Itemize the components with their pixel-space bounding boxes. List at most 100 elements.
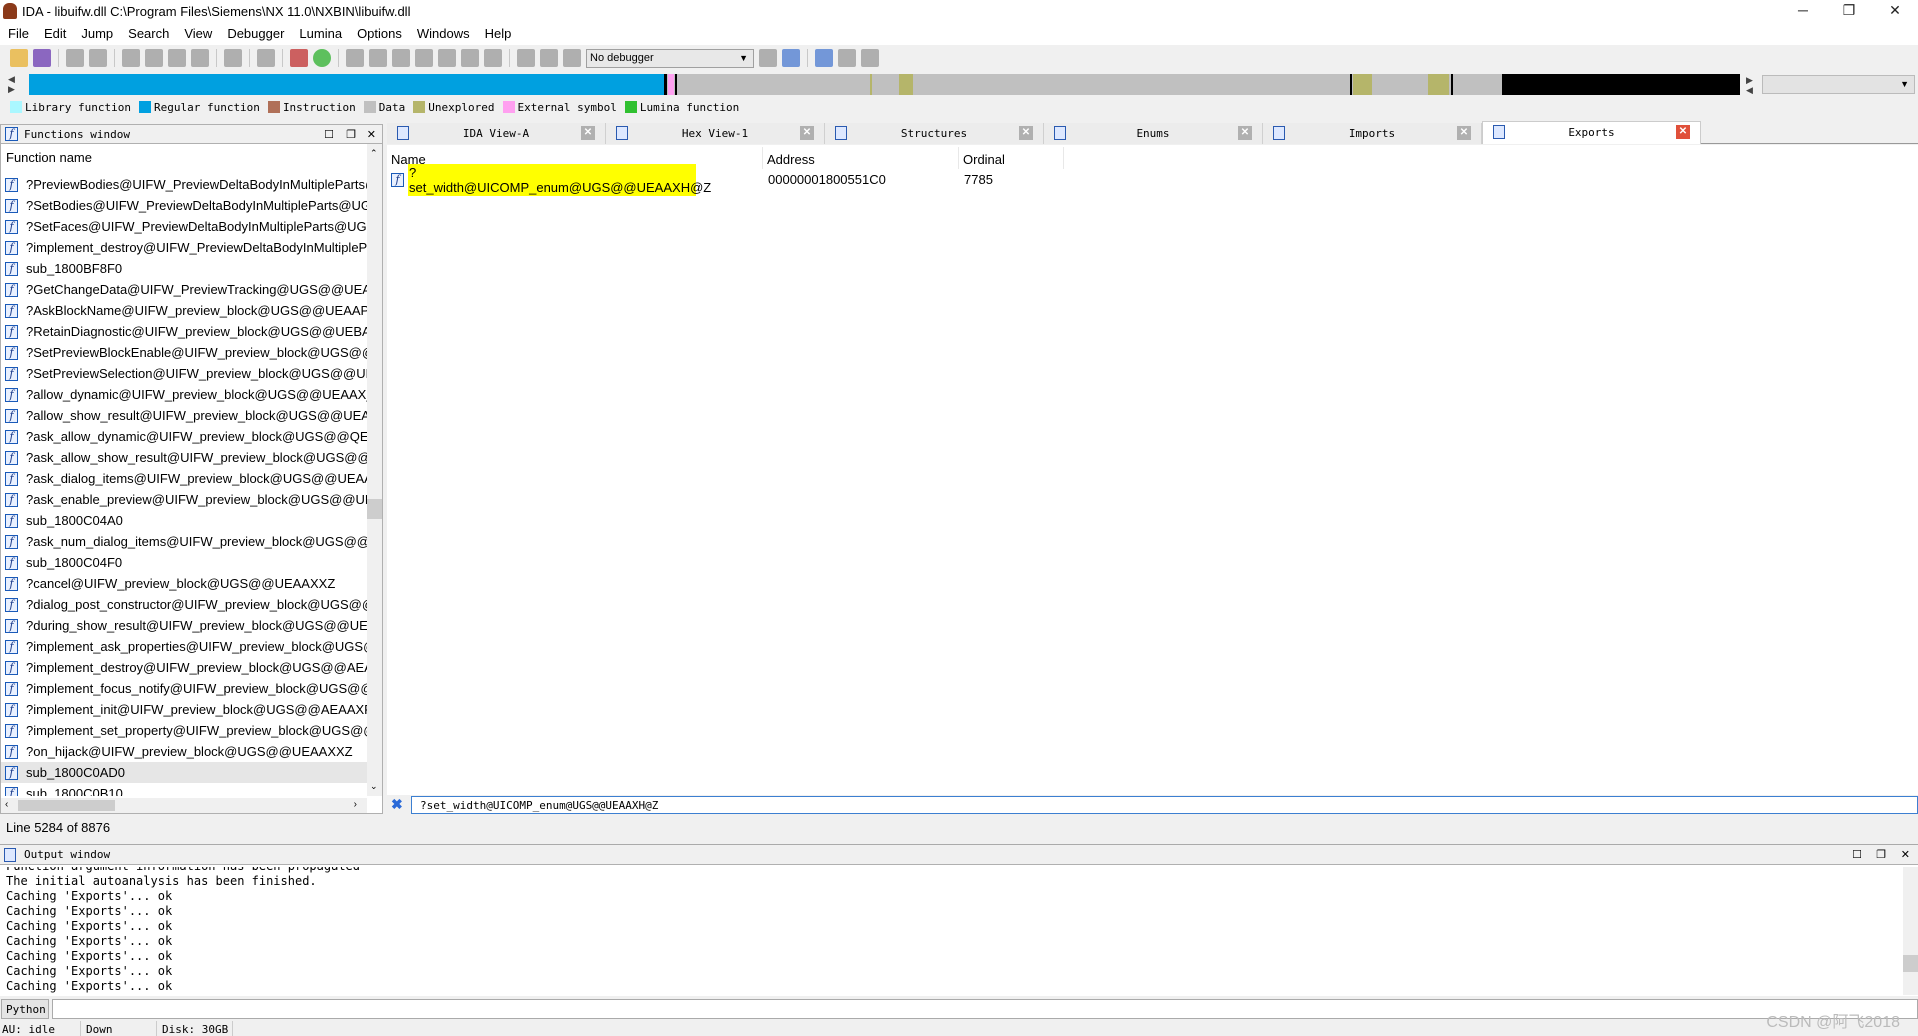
function-list-item[interactable]: f sub_1800C04F0: [1, 552, 367, 573]
column-ordinal[interactable]: Ordinal: [959, 147, 1064, 169]
function-list-item[interactable]: f sub_1800C0B10: [1, 783, 367, 796]
menu-lumina[interactable]: Lumina: [291, 23, 349, 41]
ida-view-icon[interactable]: [290, 49, 308, 67]
function-list-item[interactable]: f ?SetPreviewSelection@UIFW_preview_block…: [1, 363, 367, 384]
menu-jump[interactable]: Jump: [73, 23, 120, 41]
function-list-item[interactable]: f sub_1800BF8F0: [1, 258, 367, 279]
maximize-icon[interactable]: ☐: [1852, 848, 1862, 861]
tab-close-icon[interactable]: ✕: [1676, 125, 1690, 139]
function-list-item[interactable]: f ?SetBodies@UIFW_PreviewDeltaBodyInMulti…: [1, 195, 367, 216]
export-row[interactable]: f ?set_width@UICOMP_enum@UGS@@UEAAXH@Z 0…: [391, 163, 993, 196]
output-scrollbar[interactable]: [1903, 867, 1918, 995]
restore-button[interactable]: ❐: [1834, 2, 1864, 20]
tab-close-icon[interactable]: ✕: [1457, 126, 1471, 140]
clear-icon[interactable]: ✖: [391, 796, 403, 813]
function-list-item[interactable]: f ?RetainDiagnostic@UIFW_preview_block@UG…: [1, 321, 367, 342]
open-icon[interactable]: [10, 49, 28, 67]
menu-view[interactable]: View: [176, 23, 219, 41]
function-list-item[interactable]: f ?ask_num_dialog_items@UIFW_preview_bloc…: [1, 531, 367, 552]
function-list-item[interactable]: f ?on_hijack@UIFW_preview_block@UGS@@UEAA…: [1, 741, 367, 762]
function-list-item[interactable]: f ?implement_ask_properties@UIFW_preview_…: [1, 636, 367, 657]
breakpoint-add-icon[interactable]: [838, 49, 856, 67]
function-list-item[interactable]: f ?implement_init@UIFW_preview_block@UGS@…: [1, 699, 367, 720]
menu-file[interactable]: File: [0, 23, 36, 41]
tab-close-icon[interactable]: ✕: [1019, 126, 1033, 140]
menu-windows[interactable]: Windows: [409, 23, 477, 41]
menu-help[interactable]: Help: [477, 23, 519, 41]
string-icon[interactable]: [392, 49, 410, 67]
tab-enums[interactable]: Enums ✕: [1044, 123, 1263, 144]
function-list-item[interactable]: f ?during_show_result@UIFW_preview_block@…: [1, 615, 367, 636]
close-icon[interactable]: ✕: [367, 128, 376, 141]
code-icon[interactable]: [346, 49, 364, 67]
minimize-button[interactable]: ─: [1788, 2, 1818, 20]
tab-close-icon[interactable]: ✕: [581, 126, 595, 140]
function-list-item[interactable]: f ?cancel@UIFW_preview_block@UGS@@UEAAXXZ: [1, 573, 367, 594]
function-list-item[interactable]: f ?allow_show_result@UIFW_preview_block@U…: [1, 405, 367, 426]
python-button[interactable]: Python: [1, 999, 49, 1019]
tab-structures[interactable]: Structures ✕: [825, 123, 1044, 144]
attach-icon[interactable]: [759, 49, 777, 67]
nav-arrows[interactable]: ◀ ▶: [8, 74, 15, 94]
forward-icon[interactable]: [89, 49, 107, 67]
data-icon[interactable]: [369, 49, 387, 67]
refresh-icon[interactable]: [782, 49, 800, 67]
menu-search[interactable]: Search: [120, 23, 176, 41]
float-icon[interactable]: ❐: [1876, 848, 1886, 861]
bug-icon[interactable]: [257, 49, 275, 67]
float-icon[interactable]: ❐: [346, 128, 356, 141]
function-list-item[interactable]: f ?SetPreviewBlockEnable@UIFW_preview_blo…: [1, 342, 367, 363]
function-list-item[interactable]: f ?ask_allow_show_result@UIFW_preview_blo…: [1, 447, 367, 468]
down-icon[interactable]: [224, 49, 242, 67]
function-list-item[interactable]: f ?AskBlockName@UIFW_preview_block@UGS@@U…: [1, 300, 367, 321]
column-address[interactable]: Address: [763, 147, 959, 169]
function-list-item[interactable]: f ?ask_dialog_items@UIFW_preview_block@UG…: [1, 468, 367, 489]
nav-arrows-right[interactable]: ▶ ◀: [1746, 75, 1753, 95]
function-list-item[interactable]: f ?SetFaces@UIFW_PreviewDeltaBodyInMultip…: [1, 216, 367, 237]
search-next-icon[interactable]: [191, 49, 209, 67]
fixup-icon[interactable]: [438, 49, 456, 67]
tab-ida-view-a[interactable]: IDA View-A ✕: [387, 123, 606, 144]
search-code-icon[interactable]: [122, 49, 140, 67]
green-circle-icon[interactable]: [313, 49, 331, 67]
navigation-band[interactable]: [29, 74, 1740, 95]
function-list-item[interactable]: f ?allow_dynamic@UIFW_preview_block@UGS@@…: [1, 384, 367, 405]
function-list-item[interactable]: f ?GetChangeData@UIFW_PreviewTracking@UGS…: [1, 279, 367, 300]
function-list-item[interactable]: f ?PreviewBodies@UIFW_PreviewDeltaBodyInM…: [1, 174, 367, 195]
close-icon[interactable]: ✕: [1901, 848, 1910, 861]
search-text-icon[interactable]: [145, 49, 163, 67]
python-input[interactable]: [52, 999, 1918, 1019]
breakpoint-list-icon[interactable]: [815, 49, 833, 67]
run-icon[interactable]: [517, 49, 535, 67]
horizontal-scrollbar[interactable]: ‹ ›: [1, 798, 367, 813]
tab-imports[interactable]: Imports ✕: [1263, 123, 1482, 144]
breakpoint-remove-icon[interactable]: [861, 49, 879, 67]
search-binary-icon[interactable]: [168, 49, 186, 67]
nav-dropdown[interactable]: ▼: [1762, 75, 1915, 94]
function-list-item[interactable]: f ?dialog_post_constructor@UIFW_preview_b…: [1, 594, 367, 615]
function-list-item[interactable]: f ?ask_enable_preview@UIFW_preview_block@…: [1, 489, 367, 510]
delete-icon[interactable]: [484, 49, 502, 67]
edit-icon[interactable]: [461, 49, 479, 67]
function-list-item[interactable]: f ?implement_destroy@UIFW_preview_block@U…: [1, 657, 367, 678]
pause-icon[interactable]: [540, 49, 558, 67]
add-icon[interactable]: [415, 49, 433, 67]
save-icon[interactable]: [33, 49, 51, 67]
menu-debugger[interactable]: Debugger: [219, 23, 291, 41]
function-list-item[interactable]: f sub_1800C04A0: [1, 510, 367, 531]
tab-close-icon[interactable]: ✕: [800, 126, 814, 140]
close-button[interactable]: ✕: [1880, 2, 1910, 20]
back-icon[interactable]: [66, 49, 84, 67]
stop-icon[interactable]: [563, 49, 581, 67]
menu-options[interactable]: Options: [349, 23, 409, 41]
tab-hex-view-1[interactable]: Hex View-1 ✕: [606, 123, 825, 144]
command-input[interactable]: ?set_width@UICOMP_enum@UGS@@UEAAXH@Z: [411, 796, 1918, 814]
function-list-item[interactable]: f sub_1800C0AD0: [1, 762, 367, 783]
vertical-scrollbar[interactable]: ⌃ ⌄: [367, 144, 382, 796]
column-header-function-name[interactable]: Function name: [1, 144, 367, 166]
maximize-icon[interactable]: ☐: [324, 128, 334, 141]
tab-close-icon[interactable]: ✕: [1238, 126, 1252, 140]
function-list-item[interactable]: f ?implement_focus_notify@UIFW_preview_bl…: [1, 678, 367, 699]
tab-exports[interactable]: Exports ✕: [1482, 121, 1701, 144]
function-list-item[interactable]: f ?ask_allow_dynamic@UIFW_preview_block@U…: [1, 426, 367, 447]
